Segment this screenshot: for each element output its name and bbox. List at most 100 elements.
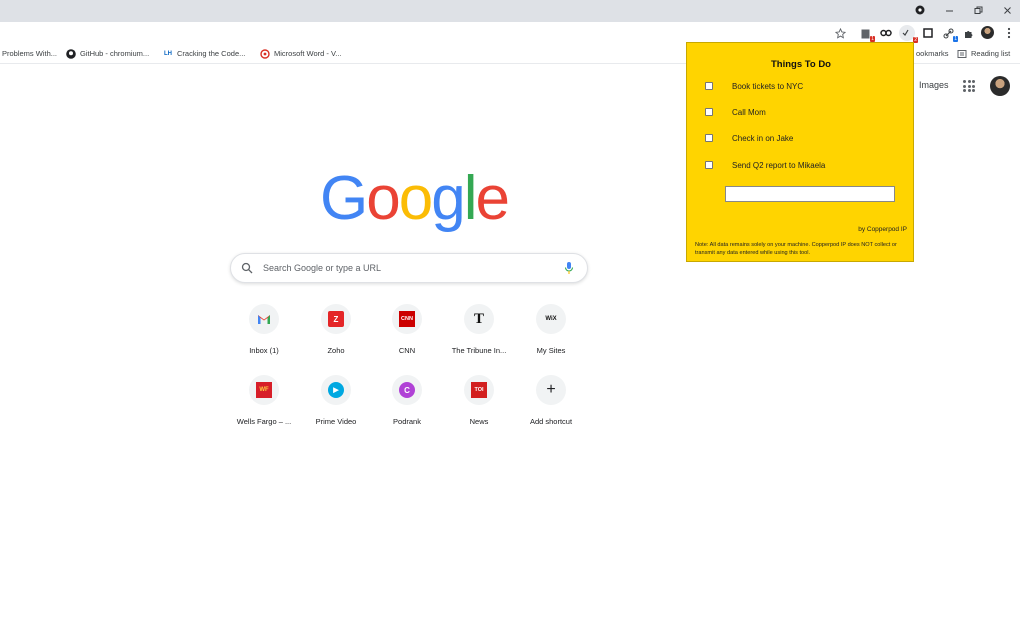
- tribune-icon: T: [473, 310, 484, 327]
- shortcut-label: The Tribune In...: [451, 346, 507, 355]
- shortcut-label: CNN: [398, 346, 416, 355]
- bookmark-label: ookmarks: [916, 49, 949, 58]
- search-box[interactable]: [230, 253, 588, 283]
- extension-glasses-icon[interactable]: [879, 26, 893, 40]
- shortcut-label: Add shortcut: [529, 417, 573, 426]
- account-avatar[interactable]: [990, 76, 1010, 96]
- todo-label: Check in on Jake: [732, 133, 794, 143]
- bookmark-label: Microsoft Word - V...: [274, 49, 342, 58]
- more-menu-icon[interactable]: [1002, 26, 1016, 40]
- logo-letter: o: [398, 164, 434, 233]
- close-window-button[interactable]: [992, 0, 1020, 20]
- shortcut-label: Podrank: [393, 417, 421, 426]
- popup-privacy-note: Note: All data remains solely on your ma…: [695, 242, 897, 256]
- google-logo: Google: [320, 164, 510, 234]
- wells-fargo-icon: WF: [256, 382, 272, 398]
- logo-letter: G: [320, 164, 368, 233]
- shortcut-tile[interactable]: ▶ Prime Video: [301, 375, 371, 439]
- images-link[interactable]: Images: [919, 80, 949, 90]
- linkedin-icon: LH: [164, 50, 172, 57]
- todo-item[interactable]: Check in on Jake: [705, 132, 793, 144]
- shortcut-label: Inbox (1): [249, 346, 279, 355]
- shortcut-icon-circle: [249, 304, 279, 334]
- wix-icon: WiX: [545, 316, 557, 322]
- extension-todo-icon[interactable]: 2: [899, 25, 918, 43]
- search-input[interactable]: [263, 260, 553, 276]
- profile-badge-icon[interactable]: [905, 0, 935, 20]
- shortcut-tile[interactable]: TOI News: [444, 375, 514, 439]
- shortcut-tile[interactable]: Inbox (1): [229, 304, 299, 368]
- new-task-input[interactable]: [725, 186, 895, 202]
- prime-video-icon: ▶: [328, 382, 344, 398]
- shortcut-icon-circle: T: [464, 304, 494, 334]
- profile-avatar-icon[interactable]: [981, 26, 994, 39]
- bookmark-label: GitHub - chromium...: [80, 49, 150, 58]
- shortcut-label: Prime Video: [315, 417, 357, 426]
- reading-list-button[interactable]: Reading list: [957, 47, 1010, 60]
- github-icon: [66, 48, 76, 59]
- todo-label: Book tickets to NYC: [732, 81, 804, 91]
- todo-checkbox[interactable]: [705, 134, 713, 142]
- bookmark-item[interactable]: LH Cracking the Code...: [163, 47, 245, 60]
- all-bookmarks-item[interactable]: ookmarks: [916, 47, 949, 60]
- logo-letter: e: [475, 164, 510, 233]
- shortcut-tile[interactable]: CNN CNN: [372, 304, 442, 368]
- popup-title: Things To Do: [771, 59, 831, 70]
- bookmark-star-icon[interactable]: [833, 26, 847, 40]
- bookmark-label: Cracking the Code...: [177, 49, 246, 58]
- browser-toolbar: 1 2 1: [0, 22, 1020, 43]
- todo-popup: Things To Do Book tickets to NYC Call Mo…: [686, 42, 914, 262]
- add-shortcut-tile[interactable]: + Add shortcut: [516, 375, 586, 439]
- bookmark-label: Problems With...: [2, 49, 58, 58]
- shortcut-icon-circle: +: [536, 375, 566, 405]
- shortcut-icon-circle: WiX: [536, 304, 566, 334]
- reading-list-label: Reading list: [971, 49, 1011, 58]
- shortcut-icon-circle: C: [392, 375, 422, 405]
- shortcut-icon-circle: Z: [321, 304, 351, 334]
- shortcut-icon-circle: CNN: [392, 304, 422, 334]
- mic-icon[interactable]: [563, 261, 575, 275]
- restore-button[interactable]: [963, 0, 993, 20]
- extension-square-icon[interactable]: [921, 26, 935, 40]
- shortcut-tile[interactable]: T The Tribune In...: [444, 304, 514, 368]
- todo-checkbox[interactable]: [705, 161, 713, 169]
- todo-item[interactable]: Book tickets to NYC: [705, 80, 803, 92]
- extension-link-icon[interactable]: 1: [941, 26, 958, 42]
- extensions-puzzle-icon[interactable]: [961, 26, 975, 40]
- shortcut-label: Wells Fargo – ...: [236, 417, 292, 426]
- logo-letter: g: [431, 164, 466, 233]
- gmail-icon: [258, 314, 270, 324]
- pdf-icon: [260, 48, 270, 59]
- minimize-button[interactable]: [934, 0, 964, 20]
- reading-list-icon: [957, 49, 967, 59]
- podrank-icon: C: [399, 382, 415, 398]
- extension-clipboard-icon[interactable]: 1: [858, 26, 875, 42]
- shortcut-tile[interactable]: WF Wells Fargo – ...: [229, 375, 299, 439]
- shortcut-icon-circle: WF: [249, 375, 279, 405]
- toi-icon: TOI: [471, 382, 487, 398]
- shortcut-tile[interactable]: C Podrank: [372, 375, 442, 439]
- todo-checkbox[interactable]: [705, 82, 713, 90]
- title-bar: [0, 0, 1020, 22]
- todo-item[interactable]: Call Mom: [705, 106, 766, 118]
- search-icon: [241, 262, 253, 274]
- todo-label: Call Mom: [732, 107, 766, 117]
- logo-letter: o: [366, 164, 401, 233]
- shortcut-icon-circle: TOI: [464, 375, 494, 405]
- bookmark-item[interactable]: GitHub - chromium...: [66, 47, 149, 60]
- apps-grid-icon[interactable]: [963, 80, 975, 92]
- bookmark-item[interactable]: Microsoft Word - V...: [260, 47, 342, 60]
- shortcut-label: Zoho: [327, 346, 345, 355]
- shortcut-label: News: [469, 417, 489, 426]
- todo-checkbox[interactable]: [705, 108, 713, 116]
- shortcut-label: My Sites: [536, 346, 566, 355]
- shortcut-tile[interactable]: Z Zoho: [301, 304, 371, 368]
- shortcut-tile[interactable]: WiX My Sites: [516, 304, 586, 368]
- shortcut-icon-circle: ▶: [321, 375, 351, 405]
- cnn-icon: CNN: [399, 311, 415, 327]
- bookmark-item[interactable]: Problems With...: [2, 47, 57, 60]
- todo-label: Send Q2 report to Mikaela: [732, 160, 826, 170]
- todo-item[interactable]: Send Q2 report to Mikaela: [705, 159, 825, 171]
- logo-letter: l: [463, 164, 478, 233]
- plus-icon: +: [546, 381, 556, 398]
